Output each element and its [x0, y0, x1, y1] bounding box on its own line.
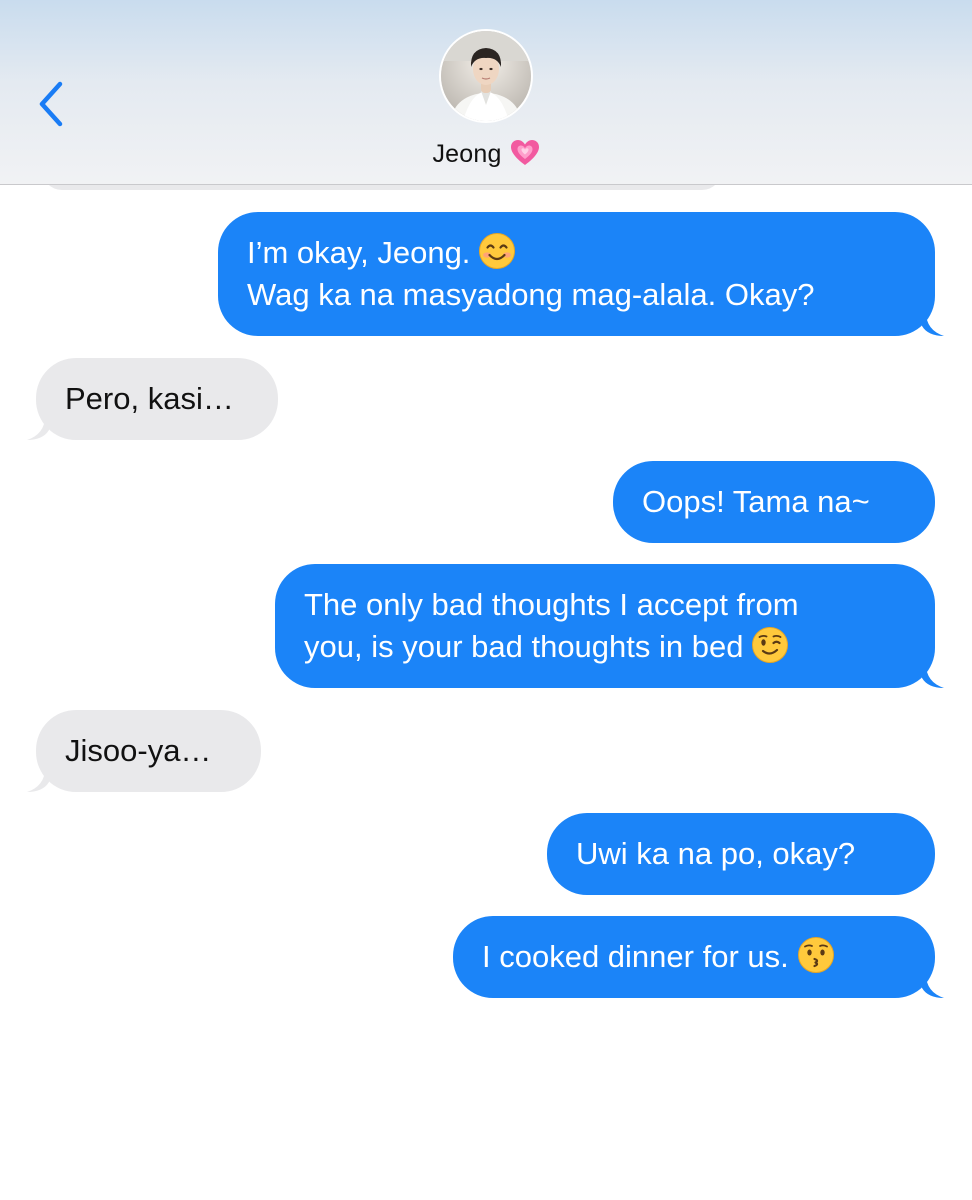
contact-name: Jeong: [432, 140, 502, 168]
sent-message-bubble[interactable]: The only bad thoughts I accept from you,…: [275, 564, 944, 688]
messages-screen: Jeong I’m okay, Jeong. Wag ka na masyado…: [0, 0, 972, 1200]
sent-message-bubble[interactable]: Uwi ka na po, okay?: [547, 813, 935, 895]
kissing-face-icon: [797, 936, 835, 974]
conversation-header: Jeong: [0, 0, 972, 185]
bubble-tail: [922, 974, 944, 998]
bubble-tail: [922, 312, 944, 336]
message-line: I’m okay, Jeong.: [247, 232, 906, 274]
smiling-face-icon: [478, 232, 516, 270]
message-line: you, is your bad thoughts in bed: [304, 626, 906, 668]
back-button[interactable]: [28, 78, 76, 130]
message-line: Uwi ka na po, okay?: [576, 836, 856, 871]
bubble-tail: [27, 768, 49, 792]
contact-avatar[interactable]: [441, 31, 531, 121]
bubble-tail: [922, 664, 944, 688]
winking-face-icon: [751, 626, 789, 664]
contact-name-row[interactable]: Jeong: [0, 139, 972, 169]
message-line: I cooked dinner for us.: [482, 936, 906, 978]
sent-message-bubble[interactable]: Oops! Tama na~: [613, 461, 935, 543]
message-line: Oops! Tama na~: [642, 484, 870, 519]
growing-heart-icon: [510, 139, 540, 167]
bubble-tail: [27, 416, 49, 440]
chevron-left-icon: [39, 81, 63, 127]
message-line: The only bad thoughts I accept from: [304, 587, 799, 622]
message-line: Pero, kasi…: [65, 381, 234, 416]
sent-message-bubble[interactable]: I cooked dinner for us.: [453, 916, 944, 998]
message-line: Jisoo-ya…: [65, 733, 212, 768]
received-message-bubble[interactable]: Jisoo-ya…: [27, 710, 261, 792]
received-message-bubble[interactable]: Pero, kasi…: [27, 358, 278, 440]
sent-message-bubble[interactable]: I’m okay, Jeong. Wag ka na masyadong mag…: [218, 212, 944, 336]
message-line: Wag ka na masyadong mag-alala. Okay?: [247, 277, 815, 312]
